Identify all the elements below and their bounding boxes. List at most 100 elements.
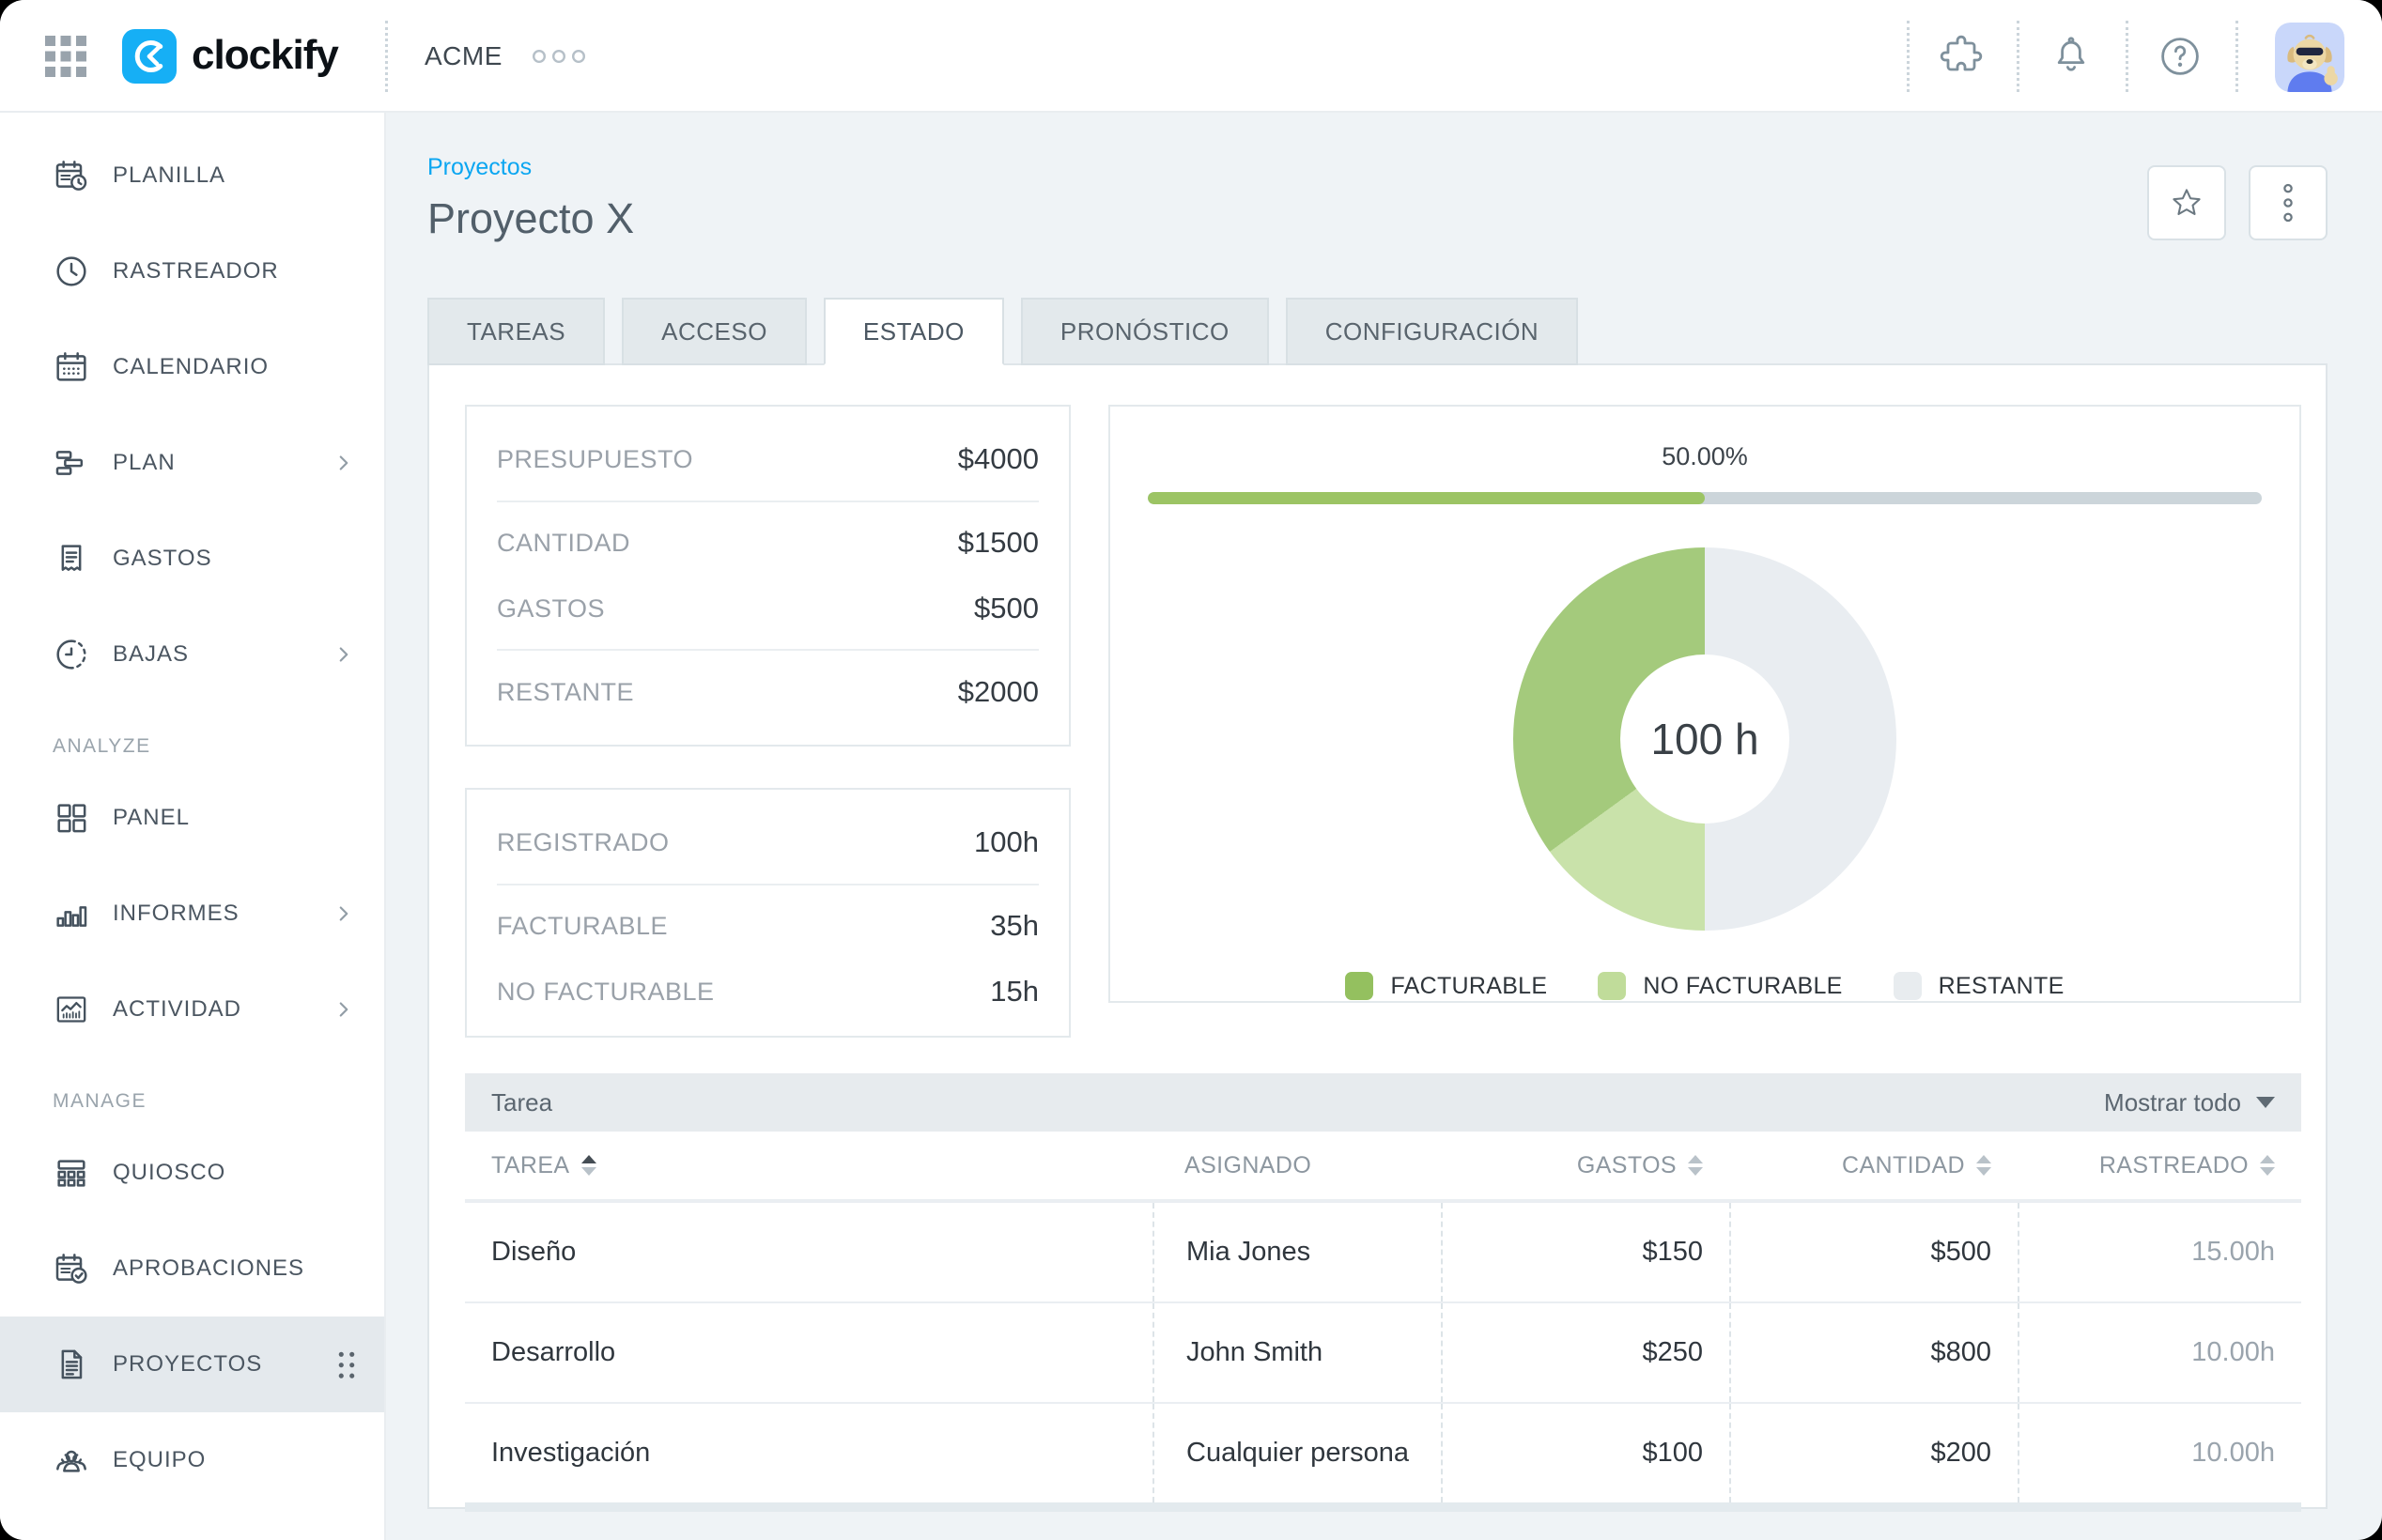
estado-panel: PRESUPUESTO $4000 CANTIDAD $1500 GASTOS … bbox=[427, 363, 2328, 1509]
sidebar-item-rastreador[interactable]: RASTREADOR bbox=[0, 223, 384, 319]
sidebar-item-gastos[interactable]: GASTOS bbox=[0, 511, 384, 607]
sidebar-item-calendario[interactable]: CALENDARIO bbox=[0, 319, 384, 415]
caret-down-icon bbox=[2256, 1097, 2275, 1108]
topbar-divider bbox=[2235, 21, 2238, 92]
column-header-tarea[interactable]: TAREA bbox=[465, 1132, 1152, 1199]
tab-pronostico[interactable]: PRONÓSTICO bbox=[1021, 298, 1269, 365]
legend-swatch bbox=[1345, 972, 1373, 1000]
favorite-star-button[interactable] bbox=[2147, 165, 2226, 240]
sidebar-item-actividad[interactable]: ACTIVIDAD bbox=[0, 962, 384, 1057]
sidebar-item-label: PLANILLA bbox=[113, 162, 225, 189]
sidebar-item-proyectos[interactable]: PROYECTOS bbox=[0, 1317, 384, 1412]
table-row[interactable]: Desarrollo John Smith $250 $800 10.00h bbox=[465, 1301, 2301, 1402]
sort-icon bbox=[581, 1155, 596, 1176]
app-window: clockify ACME PLANILLA RASTREADO bbox=[0, 0, 2382, 1540]
tracked-value: 100h bbox=[974, 825, 1039, 859]
progress-chart-card: 50.00% 100 h FACTURABLE bbox=[1108, 405, 2301, 1003]
more-options-button[interactable] bbox=[2249, 165, 2328, 240]
sidebar-item-panel[interactable]: PANEL bbox=[0, 770, 384, 866]
donut-hole: 100 h bbox=[1620, 654, 1789, 824]
chevron-right-icon bbox=[332, 901, 356, 926]
time-off-icon bbox=[53, 636, 90, 673]
workspace-more-icon[interactable] bbox=[532, 49, 586, 69]
sort-icon bbox=[1688, 1155, 1703, 1176]
tab-estado[interactable]: ESTADO bbox=[824, 298, 1004, 365]
tracked-label: REGISTRADO bbox=[497, 828, 670, 857]
activity-icon bbox=[53, 991, 90, 1028]
tab-configuracion[interactable]: CONFIGURACIÓN bbox=[1286, 298, 1579, 365]
show-all-dropdown[interactable]: Mostrar todo bbox=[2104, 1088, 2275, 1117]
sort-icon bbox=[1976, 1155, 1991, 1176]
nonbillable-value: 15h bbox=[990, 975, 1039, 1009]
sidebar-section-manage: MANAGE bbox=[0, 1078, 384, 1125]
help-icon[interactable] bbox=[2158, 34, 2203, 79]
legend-item-facturable: FACTURABLE bbox=[1345, 972, 1547, 1000]
sidebar-item-label: CALENDARIO bbox=[113, 354, 269, 380]
apps-grid-icon[interactable] bbox=[45, 36, 86, 77]
sidebar-item-bajas[interactable]: BAJAS bbox=[0, 607, 384, 702]
sidebar-item-informes[interactable]: INFORMES bbox=[0, 866, 384, 962]
budget-card: PRESUPUESTO $4000 CANTIDAD $1500 GASTOS … bbox=[465, 405, 1071, 747]
donut-chart: 100 h bbox=[1513, 547, 1896, 931]
legend-item-restante: RESTANTE bbox=[1894, 972, 2065, 1000]
reports-icon bbox=[53, 895, 90, 932]
sidebar-item-label: INFORMES bbox=[113, 901, 240, 927]
table-toolbar-title: Tarea bbox=[491, 1088, 552, 1117]
approvals-icon bbox=[53, 1250, 90, 1287]
sidebar-item-label: RASTREADOR bbox=[113, 258, 279, 285]
progress-percent-label: 50.00% bbox=[1110, 442, 2299, 471]
divider bbox=[497, 884, 1039, 886]
workspace-selector[interactable]: ACME bbox=[425, 41, 503, 71]
kiosk-icon bbox=[53, 1154, 90, 1192]
sidebar-item-label: PLAN bbox=[113, 450, 176, 476]
sidebar-item-quiosco[interactable]: QUIOSCO bbox=[0, 1125, 384, 1221]
notifications-bell-icon[interactable] bbox=[2049, 34, 2094, 79]
table-row[interactable]: Investigación Cualquier persona $100 $20… bbox=[465, 1402, 2301, 1502]
nonbillable-label: NO FACTURABLE bbox=[497, 978, 715, 1007]
amount-value: $1500 bbox=[958, 526, 1039, 560]
brand-wordmark: clockify bbox=[192, 32, 338, 79]
remaining-value: $2000 bbox=[958, 675, 1039, 709]
sidebar-item-label: GASTOS bbox=[113, 546, 212, 572]
tasks-table: Tarea Mostrar todo TAREA ASIGNADO bbox=[465, 1073, 2301, 1512]
chevron-right-icon bbox=[332, 997, 356, 1022]
table-toolbar: Tarea Mostrar todo bbox=[465, 1073, 2301, 1132]
page-title: Proyecto X bbox=[427, 194, 2328, 243]
projects-icon bbox=[53, 1346, 90, 1383]
progress-fill bbox=[1148, 492, 1705, 504]
sidebar-item-planilla[interactable]: PLANILLA bbox=[0, 128, 384, 223]
schedule-icon bbox=[53, 444, 90, 482]
sidebar-item-label: APROBACIONES bbox=[113, 1255, 304, 1282]
sidebar-item-label: PANEL bbox=[113, 805, 190, 831]
column-header-asignado: ASIGNADO bbox=[1152, 1132, 1441, 1199]
calendar-icon bbox=[53, 348, 90, 386]
expenses-label: GASTOS bbox=[497, 594, 605, 624]
tab-tareas[interactable]: TAREAS bbox=[427, 298, 605, 365]
amount-label: CANTIDAD bbox=[497, 529, 630, 558]
tracked-time-card: REGISTRADO 100h FACTURABLE 35h NO FACTUR… bbox=[465, 788, 1071, 1038]
drag-handle-icon[interactable] bbox=[337, 1350, 356, 1378]
clockify-logo-icon[interactable] bbox=[122, 29, 177, 84]
user-avatar[interactable] bbox=[2275, 23, 2344, 92]
kebab-menu-icon bbox=[2281, 182, 2295, 223]
sidebar-item-aprobaciones[interactable]: APROBACIONES bbox=[0, 1221, 384, 1317]
legend-item-no-facturable: NO FACTURABLE bbox=[1598, 972, 1842, 1000]
integrations-puzzle-icon[interactable] bbox=[1939, 34, 1984, 79]
tab-acceso[interactable]: ACCESO bbox=[622, 298, 807, 365]
sidebar-item-label: BAJAS bbox=[113, 641, 189, 668]
topbar-divider bbox=[1907, 21, 1910, 92]
receipt-icon bbox=[53, 540, 90, 578]
column-header-cantidad[interactable]: CANTIDAD bbox=[1729, 1132, 2018, 1199]
sidebar-item-label: EQUIPO bbox=[113, 1447, 206, 1473]
clock-icon bbox=[53, 253, 90, 290]
sidebar-section-analyze: ANALYZE bbox=[0, 723, 384, 770]
breadcrumb-proyectos[interactable]: Proyectos bbox=[427, 154, 532, 181]
table-row[interactable]: Diseño Mia Jones $150 $500 15.00h bbox=[465, 1201, 2301, 1301]
main-content: Proyectos Proyecto X TAREAS ACCESO ESTAD… bbox=[388, 113, 2382, 1540]
sidebar: PLANILLA RASTREADOR CALENDARIO PLAN GAST… bbox=[0, 113, 386, 1540]
sidebar-item-plan[interactable]: PLAN bbox=[0, 415, 384, 511]
sidebar-item-equipo[interactable]: EQUIPO bbox=[0, 1412, 384, 1508]
sidebar-item-label: QUIOSCO bbox=[113, 1160, 225, 1186]
column-header-rastreado[interactable]: RASTREADO bbox=[2018, 1132, 2301, 1199]
column-header-gastos[interactable]: GASTOS bbox=[1441, 1132, 1729, 1199]
